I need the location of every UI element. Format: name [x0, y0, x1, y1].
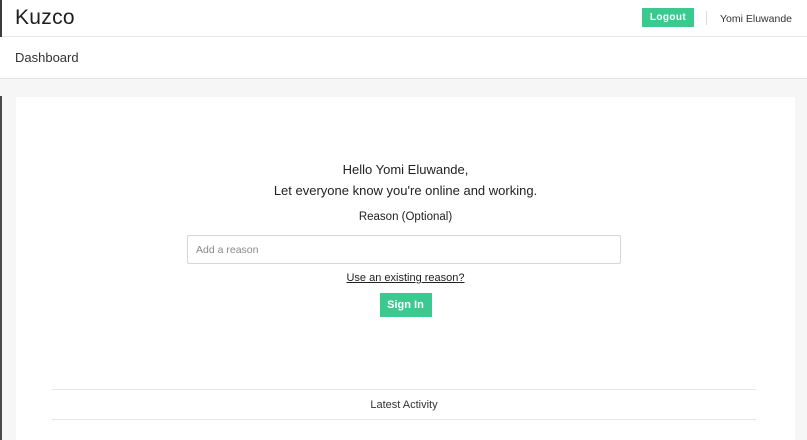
- top-header: Kuzco Logout Yomi Eluwande: [0, 0, 807, 45]
- signin-button-wrap: Sign In: [16, 293, 795, 317]
- user-name[interactable]: Yomi Eluwande: [720, 13, 792, 25]
- brand-logo[interactable]: Kuzco: [15, 6, 75, 30]
- sign-in-button[interactable]: Sign In: [379, 293, 432, 317]
- reason-label: Reason (Optional): [358, 211, 453, 223]
- reason-input[interactable]: [187, 235, 621, 264]
- latest-activity-section: Latest Activity: [52, 389, 756, 420]
- existing-reason-link[interactable]: Use an existing reason?: [16, 272, 795, 284]
- window-edge-lower: [0, 96, 2, 440]
- page-title: Dashboard: [15, 50, 79, 65]
- app-page: Kuzco Logout Yomi Eluwande Dashboard Hel…: [0, 0, 807, 440]
- logout-button[interactable]: Logout: [642, 8, 694, 27]
- greeting-text: Hello Yomi Eluwande, Let everyone know y…: [16, 159, 795, 201]
- latest-activity-heading: Latest Activity: [370, 399, 438, 411]
- greeting-line-1: Hello Yomi Eluwande,: [342, 162, 469, 177]
- greeting-line-2: Let everyone know you're online and work…: [273, 183, 538, 198]
- signin-card: Hello Yomi Eluwande, Let everyone know y…: [16, 97, 795, 440]
- header-divider: [706, 11, 707, 25]
- page-subheader: Dashboard: [0, 37, 807, 79]
